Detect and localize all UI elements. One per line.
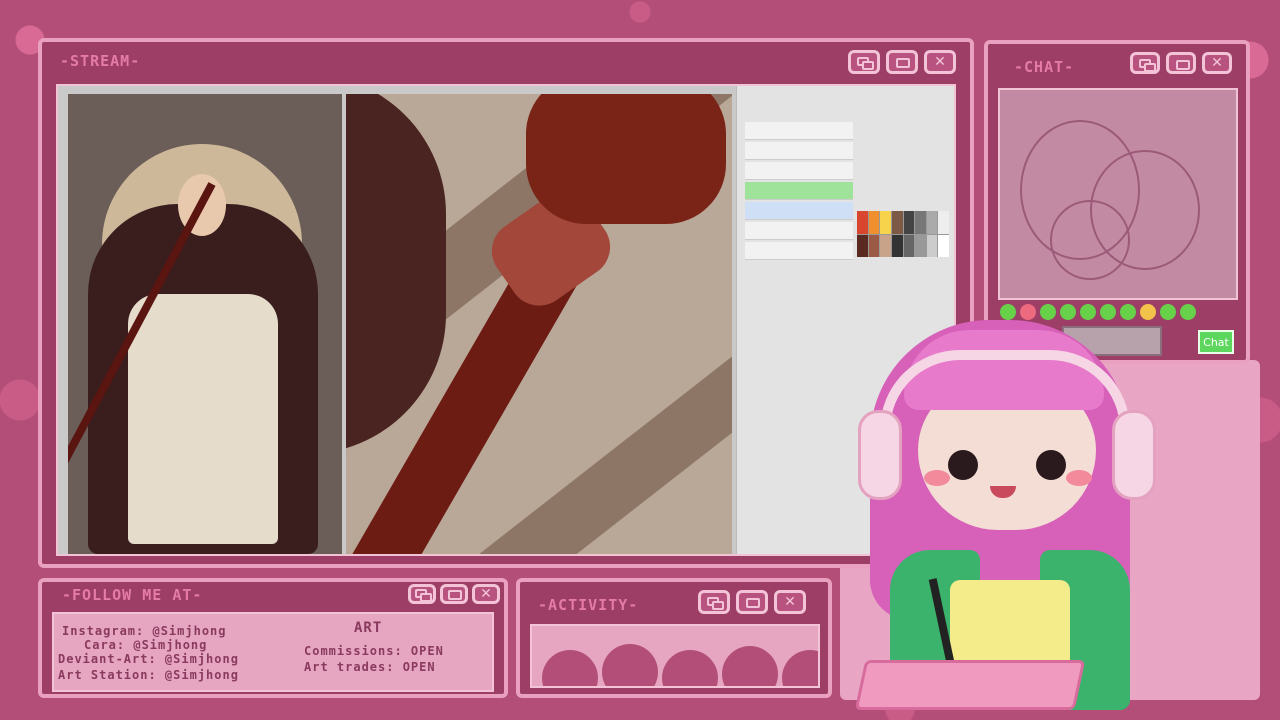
follow-window: -FOLLOW ME AT- ✕ Instagram: @Simjhong Ca…	[38, 578, 508, 698]
maximize-button[interactable]	[886, 50, 918, 74]
close-icon: ✕	[480, 586, 492, 602]
chat-window-controls: ✕	[1130, 52, 1232, 74]
layer-item[interactable]	[745, 182, 853, 200]
layer-item[interactable]	[745, 142, 853, 160]
headphones	[880, 350, 1130, 430]
close-icon: ✕	[1211, 55, 1223, 71]
chat-title: -CHAT-	[1014, 58, 1075, 76]
close-button[interactable]: ✕	[472, 584, 500, 604]
activity-window-controls: ✕	[698, 590, 806, 614]
maximize-button[interactable]	[1166, 52, 1196, 74]
social-link[interactable]: Cara: @Simjhong	[84, 638, 207, 652]
close-button[interactable]: ✕	[1202, 52, 1232, 74]
rose-decoration	[782, 650, 818, 686]
layer-item[interactable]	[745, 222, 853, 240]
layer-item[interactable]	[745, 162, 853, 180]
vtuber-avatar	[840, 300, 1170, 720]
maximize-button[interactable]	[440, 584, 468, 604]
follow-body: Instagram: @Simjhong Cara: @Simjhong Dev…	[52, 612, 494, 692]
restore-button[interactable]	[408, 584, 436, 604]
social-link[interactable]: Deviant-Art: @Simjhong	[58, 652, 239, 666]
restore-button[interactable]	[1130, 52, 1160, 74]
social-link[interactable]: Instagram: @Simjhong	[62, 624, 227, 638]
maximize-button[interactable]	[736, 590, 768, 614]
activity-window: -ACTIVITY- ✕	[516, 578, 832, 698]
maximize-icon	[448, 590, 462, 600]
color-palette[interactable]	[857, 211, 949, 257]
restore-button[interactable]	[848, 50, 880, 74]
rose-decoration	[662, 650, 718, 686]
close-button[interactable]: ✕	[924, 50, 956, 74]
restore-button[interactable]	[698, 590, 730, 614]
close-button[interactable]: ✕	[774, 590, 806, 614]
close-icon: ✕	[934, 54, 946, 70]
maximize-icon	[746, 598, 760, 608]
art-trades-status: Art trades: OPEN	[304, 660, 436, 674]
activity-feed	[530, 624, 820, 688]
follow-title: -FOLLOW ME AT-	[62, 586, 203, 604]
rose-decoration	[542, 650, 598, 686]
reference-artwork	[68, 94, 342, 554]
social-link[interactable]: Art Station: @Simjhong	[58, 668, 239, 682]
chat-messages	[998, 88, 1238, 300]
emote-icon[interactable]	[1180, 304, 1196, 320]
layer-item[interactable]	[745, 242, 853, 260]
follow-window-controls: ✕	[408, 584, 500, 604]
rose-decoration	[602, 644, 658, 686]
maximize-icon	[896, 58, 910, 68]
art-heading: ART	[354, 620, 383, 636]
drawing-tablet	[854, 660, 1086, 710]
layer-item[interactable]	[745, 122, 853, 140]
stream-title: -STREAM-	[60, 52, 141, 70]
stream-window-controls: ✕	[848, 50, 956, 74]
stream-window: -STREAM- ✕	[38, 38, 974, 568]
activity-title: -ACTIVITY-	[538, 596, 639, 614]
rose-decoration	[722, 646, 778, 686]
layer-item-selected[interactable]	[745, 202, 853, 220]
chat-send-button[interactable]: Chat	[1198, 330, 1234, 354]
canvas-artwork[interactable]	[346, 94, 732, 554]
maximize-icon	[1176, 60, 1190, 70]
commission-status: Commissions: OPEN	[304, 644, 444, 658]
stream-screen	[56, 84, 956, 556]
close-icon: ✕	[784, 594, 796, 610]
